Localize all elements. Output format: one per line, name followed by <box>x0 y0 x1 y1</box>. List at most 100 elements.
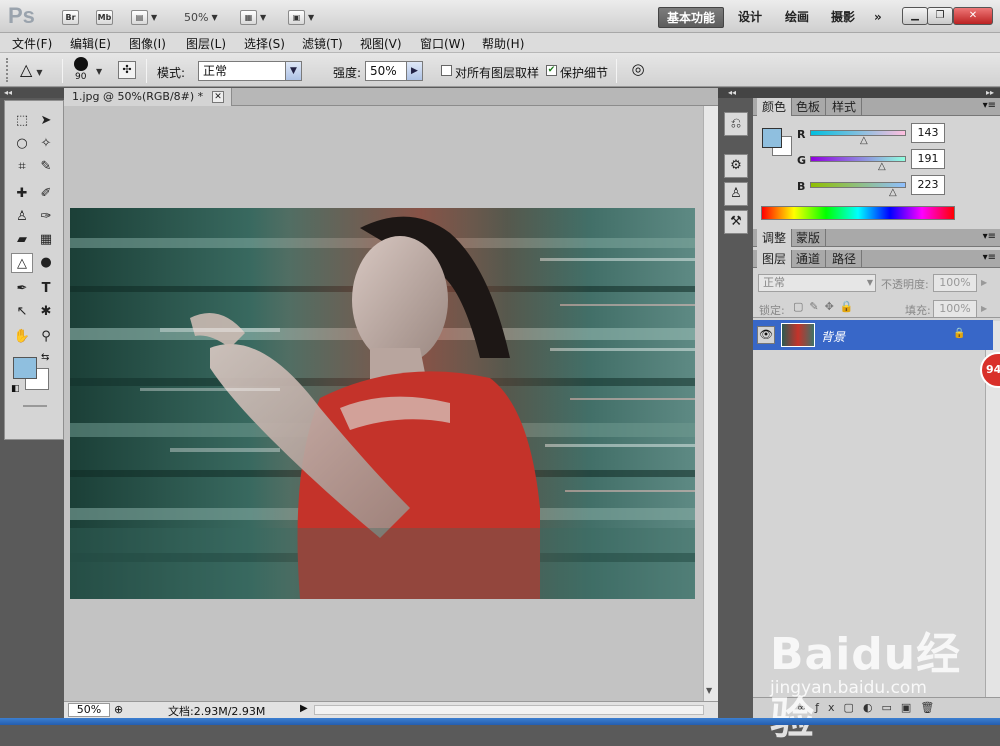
quick-mask-icon[interactable] <box>23 405 47 407</box>
brush-panel-toggle-icon[interactable]: ✣ <box>118 61 136 79</box>
sharpen-tool-icon[interactable]: △ <box>11 253 33 273</box>
workspace-essentials[interactable]: 基本功能 <box>658 7 725 28</box>
channel-r-thumb[interactable]: △ <box>860 136 868 146</box>
brush-picker-chevron-icon[interactable]: ▼ <box>96 63 102 77</box>
eyedropper-tool-icon[interactable]: ✎ <box>35 157 57 177</box>
minimize-button[interactable]: ▁ <box>902 7 928 25</box>
workspace-painting[interactable]: 绘画 <box>777 7 817 28</box>
color-panel-foreground-swatch[interactable] <box>762 128 782 148</box>
hand-tool-icon[interactable]: ✋ <box>11 327 33 347</box>
toolbox-collapse-icon[interactable]: ◂◂ <box>0 88 64 98</box>
blend-mode-select[interactable]: 正常 ▼ <box>758 274 876 292</box>
path-selection-tool-icon[interactable]: ↖ <box>11 302 33 322</box>
channel-g-input[interactable]: 191 <box>911 149 945 169</box>
menu-edit[interactable]: 编辑(E) <box>70 35 111 52</box>
panel-menu-icon[interactable]: ▾≡ <box>983 252 996 263</box>
eye-icon[interactable]: 👁 <box>757 326 775 344</box>
status-menu-arrow-icon[interactable]: ▶ <box>300 703 308 714</box>
menu-select[interactable]: 选择(S) <box>244 35 285 52</box>
layer-row[interactable]: 👁 背景 🔒 <box>753 320 993 350</box>
history-panel-icon[interactable]: ⎌ <box>724 112 748 136</box>
workspace-design[interactable]: 设计 <box>730 7 770 28</box>
tool-presets-icon[interactable]: ⚒ <box>724 210 748 234</box>
menu-layer[interactable]: 图层(L) <box>186 35 226 52</box>
channel-r-slider[interactable] <box>810 130 906 136</box>
mini-bridge-button[interactable]: Mb <box>96 7 113 27</box>
panel-menu-icon[interactable]: ▾≡ <box>983 100 996 111</box>
menu-window[interactable]: 窗口(W) <box>420 35 465 52</box>
tab-styles[interactable]: 样式 <box>827 98 863 116</box>
move-tool-icon[interactable]: ➤ <box>35 111 57 131</box>
pen-tool-icon[interactable]: ✒ <box>11 279 33 299</box>
scroll-down-icon[interactable]: ▼ <box>706 686 712 695</box>
crop-tool-icon[interactable]: ⌗ <box>11 157 33 177</box>
quick-selection-tool-icon[interactable]: ✧ <box>35 134 57 154</box>
tab-channels[interactable]: 通道 <box>791 250 827 268</box>
workspace-photography[interactable]: 摄影 <box>823 7 863 28</box>
channel-b-thumb[interactable]: △ <box>889 188 897 198</box>
screen-mode-button[interactable]: ▣ ▼ <box>288 7 314 27</box>
tab-adjustments[interactable]: 调整 <box>757 229 793 247</box>
dodge-tool-icon[interactable]: ● <box>35 253 57 273</box>
close-tab-icon[interactable]: ✕ <box>212 91 224 103</box>
expand-strip-icon[interactable]: ◂◂ <box>718 88 753 98</box>
document-image[interactable] <box>70 208 695 599</box>
healing-brush-tool-icon[interactable]: ✚ <box>11 184 33 204</box>
channel-g-slider[interactable] <box>810 156 906 162</box>
view-extras-button[interactable]: ▤ ▼ <box>131 7 157 27</box>
menu-help[interactable]: 帮助(H) <box>482 35 524 52</box>
gradient-tool-icon[interactable]: ▦ <box>35 230 57 250</box>
options-grip[interactable] <box>6 58 10 82</box>
chevron-right-icon[interactable]: ▶ <box>981 304 987 313</box>
arrange-documents-button[interactable]: ▦ ▼ <box>240 7 266 27</box>
swap-colors-icon[interactable]: ⇆ <box>41 352 49 363</box>
sharpen-tool-preset-icon[interactable]: △ ▼ <box>20 60 42 79</box>
menu-view[interactable]: 视图(V) <box>360 35 402 52</box>
menu-image[interactable]: 图像(I) <box>129 35 166 52</box>
strength-input[interactable]: 50% ▶ <box>365 61 423 81</box>
workspace-more-button[interactable]: » <box>866 7 890 28</box>
foreground-color-swatch[interactable] <box>13 357 37 379</box>
default-colors-icon[interactable]: ◧ <box>11 384 20 394</box>
close-button[interactable]: ✕ <box>953 7 993 25</box>
tablet-pressure-icon[interactable]: ◎ <box>628 60 648 80</box>
type-tool-icon[interactable]: T <box>35 279 57 299</box>
brush-tool-icon[interactable]: ✐ <box>35 184 57 204</box>
lasso-tool-icon[interactable]: ○ <box>11 134 33 154</box>
restore-button[interactable]: ❐ <box>927 7 953 25</box>
chevron-right-icon[interactable]: ▶ <box>981 278 987 287</box>
collapse-dock-icon[interactable]: ▸▸ <box>753 88 1000 98</box>
vertical-scrollbar[interactable]: ▼ <box>703 106 718 701</box>
opacity-input[interactable]: 100% <box>933 274 977 292</box>
history-brush-tool-icon[interactable]: ✑ <box>35 207 57 227</box>
tab-swatches[interactable]: 色板 <box>791 98 827 116</box>
sample-all-layers-checkbox[interactable] <box>441 65 452 76</box>
tab-color[interactable]: 颜色 <box>757 98 793 116</box>
zoom-tool-icon[interactable]: ⚲ <box>35 327 57 347</box>
clone-stamp-tool-icon[interactable]: ♙ <box>11 207 33 227</box>
channel-g-thumb[interactable]: △ <box>878 162 886 172</box>
tab-paths[interactable]: 路径 <box>827 250 863 268</box>
menu-filter[interactable]: 滤镜(T) <box>302 35 343 52</box>
panel-menu-icon[interactable]: ▾≡ <box>983 231 996 242</box>
shape-tool-icon[interactable]: ✱ <box>35 302 57 322</box>
marquee-tool-icon[interactable]: ⬚ <box>11 111 33 131</box>
brush-tip-icon[interactable] <box>74 57 88 71</box>
fill-input[interactable]: 100% <box>933 300 977 318</box>
document-tab[interactable]: 1.jpg @ 50%(RGB/8#) * ✕ <box>64 88 232 106</box>
lock-options-icons[interactable]: ▢✎✥🔒 <box>793 300 860 313</box>
eraser-tool-icon[interactable]: ▰ <box>11 230 33 250</box>
zoom-level-dropdown[interactable]: 50% ▼ <box>184 7 218 27</box>
tab-layers[interactable]: 图层 <box>757 250 793 268</box>
status-info-icon[interactable]: ⊕ <box>114 703 123 716</box>
menu-file[interactable]: 文件(F) <box>12 35 52 52</box>
tab-masks[interactable]: 蒙版 <box>791 229 827 247</box>
channel-b-input[interactable]: 223 <box>911 175 945 195</box>
clone-source-icon[interactable]: ♙ <box>724 182 748 206</box>
brush-presets-icon[interactable]: ⚙ <box>724 154 748 178</box>
horizontal-scrollbar[interactable] <box>314 705 704 715</box>
color-spectrum-ramp[interactable] <box>761 206 955 220</box>
zoom-status-field[interactable]: 50% <box>68 703 110 717</box>
mode-select[interactable]: 正常 ▼ <box>198 61 302 81</box>
bridge-button[interactable]: Br <box>62 7 79 27</box>
